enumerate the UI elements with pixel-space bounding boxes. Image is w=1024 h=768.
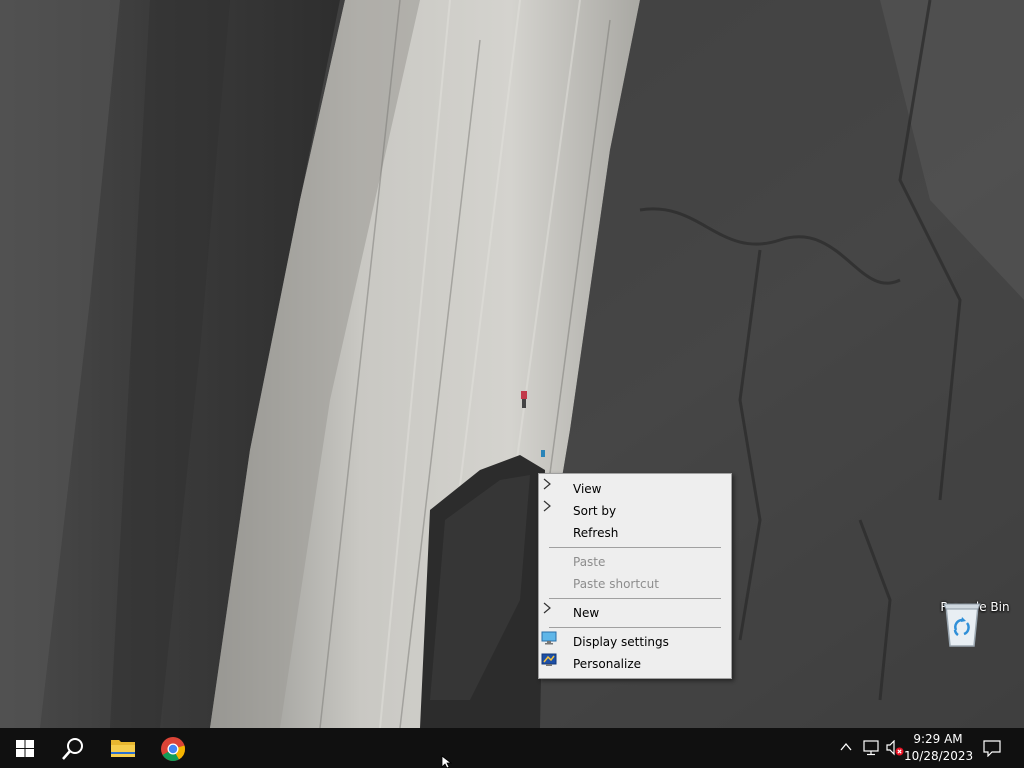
wallpaper-image (0, 0, 1024, 728)
mouse-cursor-icon (441, 755, 453, 768)
display-settings-icon (541, 631, 557, 645)
chevron-right-icon (543, 500, 551, 512)
menu-separator (549, 627, 721, 628)
recycle-bin-icon (943, 603, 981, 647)
menu-separator (549, 598, 721, 599)
menu-item-new[interactable]: New (541, 602, 729, 624)
menu-item-display-settings[interactable]: Display settings (541, 631, 729, 653)
windows-start-icon (16, 740, 34, 757)
taskbar-clock[interactable]: 9:29 AM 10/28/2023 (904, 731, 974, 765)
clock-time: 9:29 AM (913, 732, 963, 746)
taskbar: 9:29 AM 10/28/2023 (0, 728, 1024, 768)
desktop-context-menu: View Sort by Refresh Paste Paste shortcu… (538, 473, 732, 679)
chevron-up-icon[interactable] (839, 740, 853, 754)
clock-date: 10/28/2023 (904, 749, 974, 763)
network-icon[interactable] (862, 740, 880, 756)
menu-item-paste[interactable]: Paste (541, 551, 729, 573)
menu-item-sort-by[interactable]: Sort by (541, 500, 729, 522)
menu-item-refresh[interactable]: Refresh (541, 522, 729, 544)
notification-icon[interactable] (983, 739, 1001, 757)
menu-separator (549, 547, 721, 548)
chrome-button[interactable] (148, 728, 196, 768)
personalize-icon (541, 653, 557, 666)
menu-item-personalize[interactable]: Personalize (541, 653, 729, 675)
menu-item-view[interactable]: View (541, 478, 729, 500)
menu-item-paste-shortcut[interactable]: Paste shortcut (541, 573, 729, 595)
desktop-wallpaper[interactable]: Recycle Bin View Sort by Refresh Paste P… (0, 0, 1024, 728)
file-explorer-button[interactable] (98, 728, 146, 768)
chevron-right-icon (543, 478, 551, 490)
volume-muted-icon[interactable] (885, 740, 905, 756)
desktop-icon-recycle-bin[interactable]: Recycle Bin (940, 600, 1010, 647)
search-button[interactable] (48, 728, 96, 768)
search-icon (62, 738, 83, 760)
chevron-right-icon (543, 602, 551, 614)
start-button[interactable] (0, 728, 48, 768)
file-explorer-icon (111, 740, 135, 757)
chrome-icon (161, 737, 186, 762)
